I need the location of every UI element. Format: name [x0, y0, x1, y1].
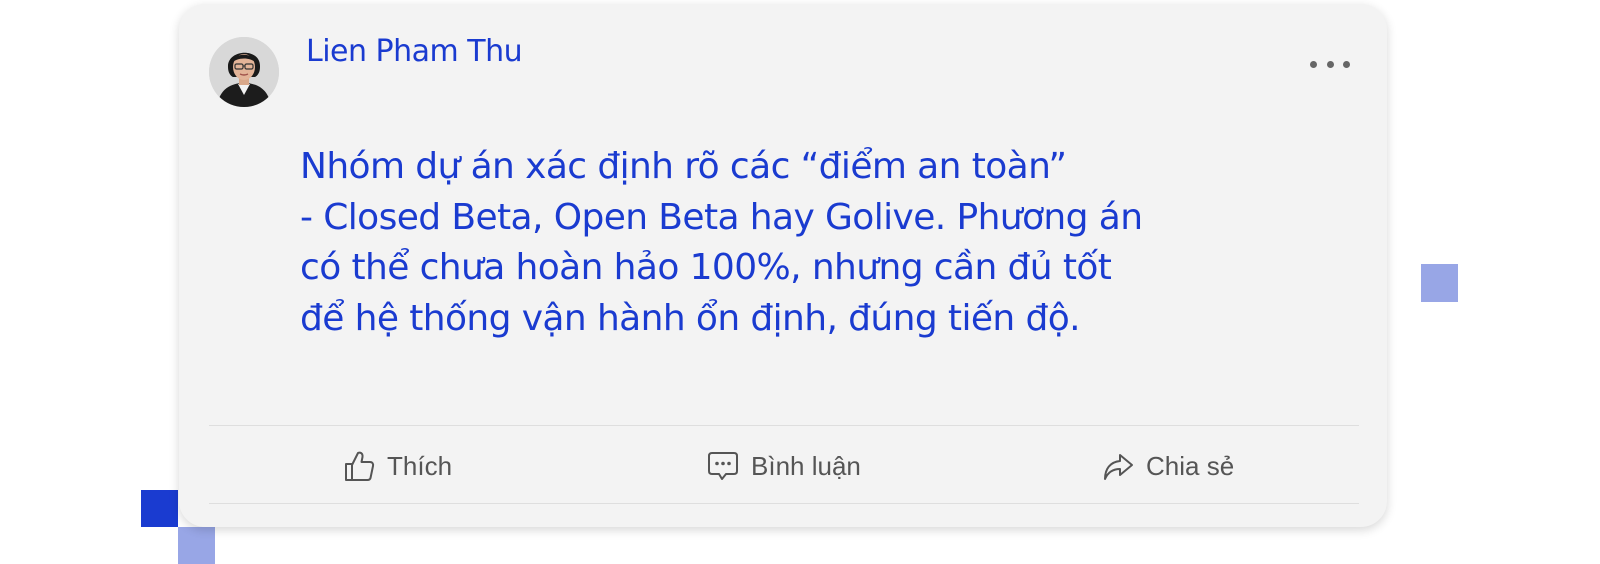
share-button[interactable]: Chia sẻ: [1102, 444, 1234, 488]
stage: Lien Pham Thu Nhóm dự án xác định rõ các…: [0, 0, 1600, 564]
post-text-line: để hệ thống vận hành ổn định, đúng tiến …: [300, 297, 1081, 339]
share-arrow-icon: [1102, 450, 1134, 482]
divider: [209, 425, 1359, 426]
more-dot: [1310, 60, 1317, 68]
divider: [209, 503, 1359, 504]
more-dot: [1343, 60, 1350, 68]
post-card: Lien Pham Thu Nhóm dự án xác định rõ các…: [179, 4, 1387, 527]
user-avatar-photo: [209, 37, 279, 107]
author-name[interactable]: Lien Pham Thu: [306, 34, 523, 69]
more-dot: [1326, 60, 1334, 68]
post-text-line: Nhóm dự án xác định rõ các “điểm an toàn…: [300, 146, 1067, 187]
decorative-square-dark: [141, 490, 178, 527]
comment-icon: [707, 450, 739, 482]
post-text: Nhóm dự án xác định rõ các “điểm an toàn…: [300, 142, 1300, 344]
decorative-square-light: [178, 527, 215, 564]
share-label: Chia sẻ: [1146, 450, 1235, 481]
post-text-line: có thể chưa hoàn hảo 100%, nhưng cần đủ …: [300, 247, 1112, 288]
thumbs-up-icon: [343, 449, 375, 483]
comment-label: Bình luận: [751, 450, 861, 481]
comment-button[interactable]: Bình luận: [707, 444, 861, 488]
avatar[interactable]: [209, 37, 279, 107]
post-text-line: - Closed Beta, Open Beta hay Golive. Phư…: [300, 196, 1143, 238]
more-horizontal-icon[interactable]: [1310, 54, 1350, 74]
decorative-square-light: [1421, 264, 1458, 302]
like-button[interactable]: Thích: [343, 444, 452, 488]
like-label: Thích: [387, 450, 453, 481]
